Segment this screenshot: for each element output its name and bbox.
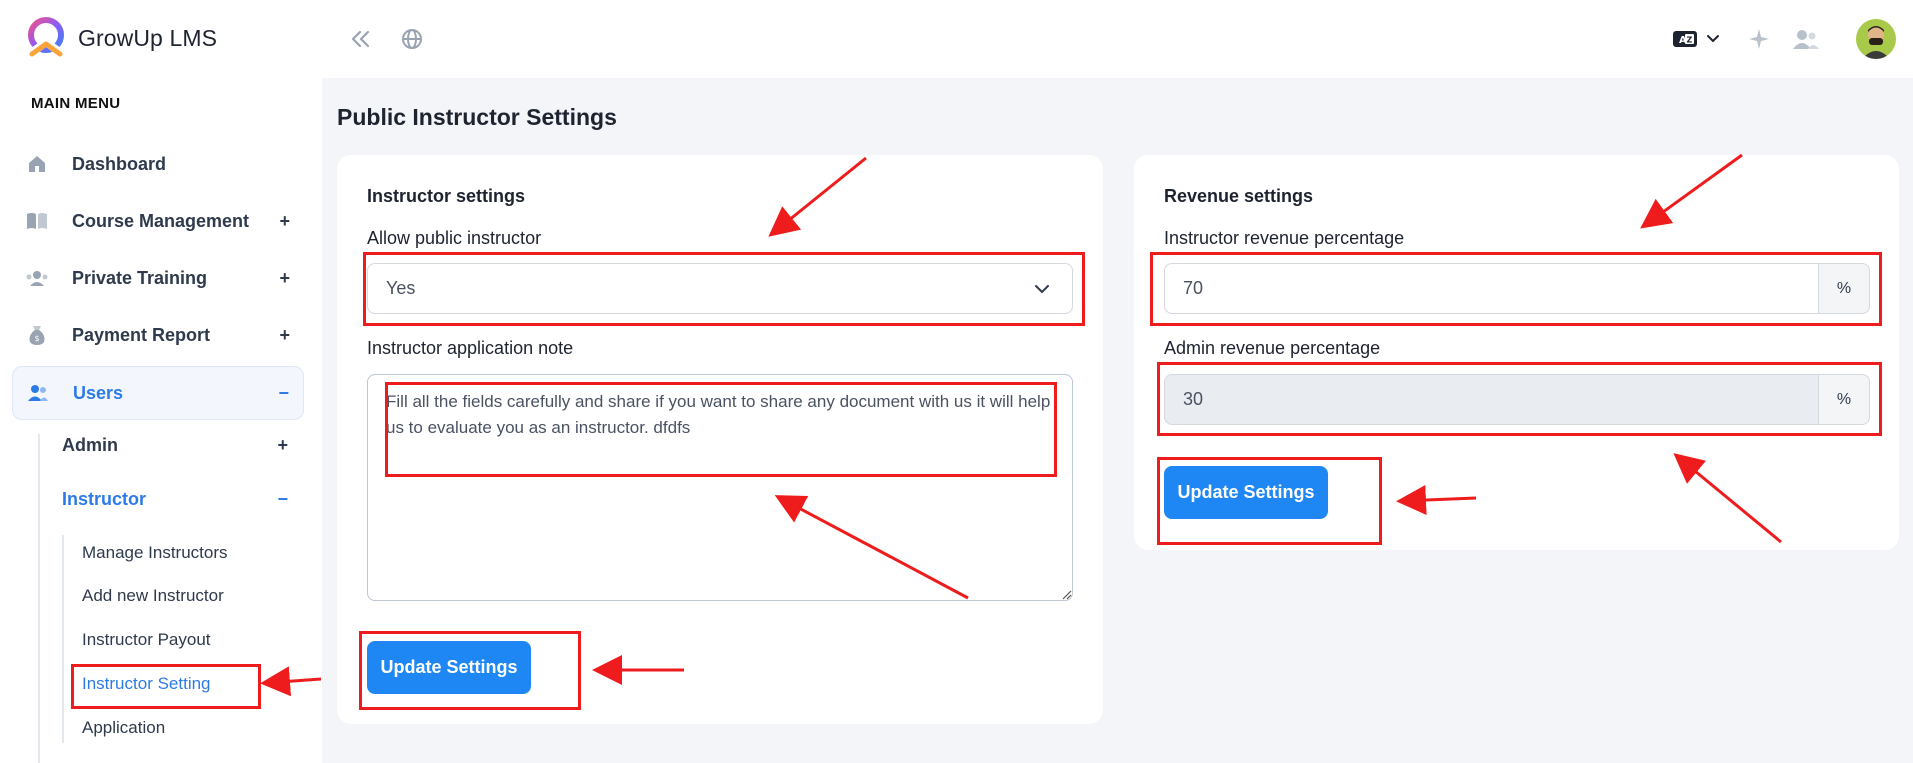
sidebar-item-users[interactable]: Users −: [12, 366, 304, 420]
instructor-revenue-input-group: 70 %: [1164, 263, 1870, 314]
sidebar-item-label: Payment Report: [72, 324, 211, 345]
book-icon: [26, 210, 48, 232]
collapse-icon[interactable]: −: [278, 383, 289, 404]
allow-public-instructor-label: Allow public instructor: [367, 228, 542, 248]
card-title: Revenue settings: [1164, 186, 1314, 206]
svg-text:$: $: [34, 334, 39, 343]
update-revenue-settings-button[interactable]: Update Settings: [1164, 466, 1328, 519]
globe-icon: [402, 29, 422, 49]
avatar[interactable]: [1856, 19, 1896, 59]
growup-logo-icon: [26, 17, 66, 58]
admin-revenue-input-group: 30 %: [1164, 374, 1870, 425]
sidebar-link-add-new-instructor[interactable]: Add new Instructor: [82, 586, 224, 606]
instructor-application-note-textarea[interactable]: Fill all the fields carefully and share …: [367, 374, 1073, 601]
admin-revenue-input: 30: [1164, 374, 1818, 425]
sidebar-subitem-instructor[interactable]: Instructor −: [62, 482, 302, 516]
sidebar: GrowUp LMS MAIN MENU Dashboard Course Ma…: [0, 0, 322, 763]
double-chevron-left-icon: [351, 30, 370, 48]
sidebar-subitem-label: Instructor: [62, 488, 147, 509]
sidebar-subitem-admin[interactable]: Admin +: [62, 428, 302, 462]
admin-revenue-percentage-label: Admin revenue percentage: [1164, 338, 1381, 358]
chevron-down-icon: [1707, 35, 1719, 43]
update-instructor-settings-button[interactable]: Update Settings: [367, 641, 531, 694]
website-button[interactable]: [398, 25, 426, 53]
instructor-revenue-input[interactable]: 70: [1164, 263, 1818, 314]
expand-icon[interactable]: +: [279, 268, 290, 289]
sidebar-item-label: Private Training: [72, 267, 208, 288]
collapse-sidebar-button[interactable]: [348, 26, 374, 52]
sidebar-link-instructor-setting[interactable]: Instructor Setting: [82, 674, 211, 694]
submenu-guide-line: [38, 434, 40, 763]
money-bag-icon: $: [26, 324, 48, 346]
instructor-settings-card: Instructor settings Allow public instruc…: [337, 155, 1103, 724]
sidebar-link-instructor-payout[interactable]: Instructor Payout: [82, 630, 211, 650]
submenu-guide-line: [62, 535, 64, 743]
ai-assistant-button[interactable]: [1746, 26, 1772, 52]
main-menu-heading: MAIN MENU: [31, 95, 121, 112]
sidebar-subitem-label: Admin: [62, 434, 118, 455]
percent-suffix: %: [1818, 263, 1870, 314]
brand-name: GrowUp LMS: [78, 24, 218, 51]
card-title: Instructor settings: [367, 186, 526, 206]
sidebar-link-application[interactable]: Application: [82, 718, 165, 738]
language-selector[interactable]: AZ: [1668, 26, 1724, 52]
instructor-application-note-label: Instructor application note: [367, 338, 574, 358]
chevron-down-icon: [1035, 284, 1049, 293]
sparkle-icon: [1749, 29, 1769, 49]
sidebar-item-label: Users: [73, 382, 124, 403]
resize-grip-icon[interactable]: [1060, 588, 1072, 600]
revenue-settings-card: Revenue settings Instructor revenue perc…: [1134, 155, 1899, 550]
sidebar-item-private-training[interactable]: Private Training +: [12, 251, 304, 305]
percent-suffix: %: [1818, 374, 1870, 425]
user-avatar-icon: [1862, 26, 1890, 59]
select-value: Yes: [386, 278, 416, 298]
expand-icon[interactable]: +: [279, 211, 290, 232]
topbar: AZ: [322, 0, 1913, 78]
sidebar-item-label: Dashboard: [72, 153, 167, 174]
sidebar-item-dashboard[interactable]: Dashboard: [12, 137, 304, 191]
svg-text:Z: Z: [1687, 36, 1693, 45]
sidebar-link-manage-instructors[interactable]: Manage Instructors: [82, 543, 228, 563]
user-group-icon: [1793, 30, 1819, 49]
sidebar-item-label: Course Management: [72, 210, 250, 231]
training-icon: [26, 267, 48, 289]
page-title: Public Instructor Settings: [337, 104, 617, 130]
brand[interactable]: GrowUp LMS: [24, 16, 217, 60]
collapse-icon[interactable]: −: [277, 489, 288, 510]
users-icon: [27, 382, 49, 404]
translate-icon: AZ: [1673, 31, 1697, 47]
switch-role-button[interactable]: [1792, 26, 1820, 52]
sidebar-item-course-management[interactable]: Course Management +: [12, 194, 304, 248]
home-icon: [26, 153, 48, 175]
expand-icon[interactable]: +: [279, 325, 290, 346]
expand-icon[interactable]: +: [277, 435, 288, 456]
sidebar-item-payment-report[interactable]: $ Payment Report +: [12, 308, 304, 362]
instructor-revenue-percentage-label: Instructor revenue percentage: [1164, 228, 1405, 248]
allow-public-instructor-select[interactable]: Yes: [367, 263, 1073, 314]
